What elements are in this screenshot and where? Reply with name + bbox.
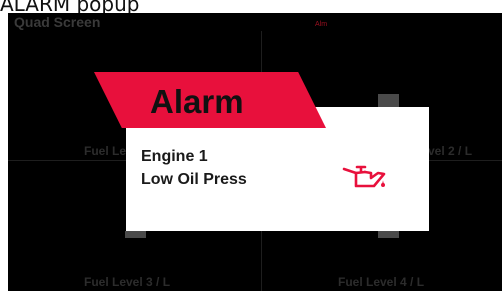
screen-title: Quad Screen (14, 14, 101, 30)
oil-can-icon (342, 165, 386, 188)
fuel-gauge-2-marker (378, 94, 399, 108)
fuel-gauge-3-marker (125, 231, 146, 238)
quadrant-3-label: Fuel Level 3 / L (84, 275, 171, 289)
alarm-message: Low Oil Press (141, 171, 247, 188)
quad-screen: Quad Screen Alm Fuel Level 1 / L Fuel Le… (8, 13, 502, 291)
quadrant-4-label: Fuel Level 4 / L (338, 275, 425, 289)
alarm-title: Alarm (150, 83, 244, 120)
page-caption: ALARM popup (0, 0, 140, 16)
alarm-indicator: Alm (315, 21, 328, 28)
alarm-source: Engine 1 (141, 148, 208, 165)
fuel-gauge-4-marker (378, 231, 399, 238)
